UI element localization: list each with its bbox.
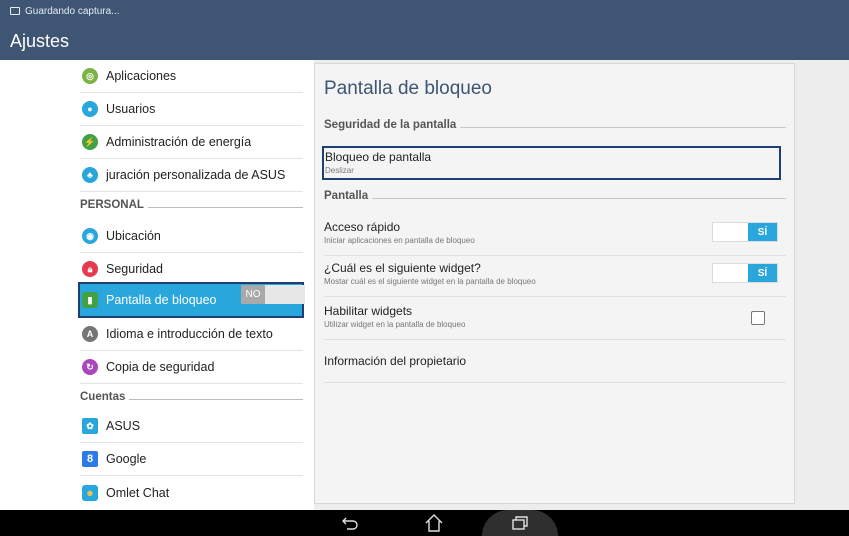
back-icon	[342, 517, 358, 530]
pref-summary: Mostar cuál es el siguiente widget en la…	[324, 277, 536, 286]
status-bar: Guardando captura...	[0, 0, 849, 22]
sidebar-item-label: Administración de energía	[106, 135, 252, 149]
sidebar-item-label: Idioma e introducción de texto	[106, 327, 273, 341]
sidebar-item-omlet[interactable]: ☻ Omlet Chat	[80, 476, 303, 509]
sidebar-item-label: Aplicaciones	[106, 69, 177, 83]
section-cuentas-label: Cuentas	[80, 391, 126, 403]
section-divider	[372, 198, 786, 199]
sidebar-item-ubicacion[interactable]: ◉ Ubicación	[80, 220, 303, 253]
section-divider	[460, 127, 786, 128]
sidebar-item-energia[interactable]: ⚡ Administración de energía	[80, 126, 303, 159]
sidebar-item-usuarios[interactable]: ● Usuarios	[80, 93, 303, 126]
user-icon: ●	[82, 101, 98, 117]
sidebar-item-google[interactable]: 8 Google	[80, 443, 303, 476]
pref-summary: Deslizar	[325, 166, 354, 175]
owner-info-pref[interactable]: Información del propietario	[324, 339, 786, 383]
section-divider	[129, 398, 303, 400]
sidebar-item-label: Pantalla de bloqueo	[106, 293, 217, 307]
language-icon: A	[82, 326, 98, 342]
quick-access-switch[interactable]: SÍ	[712, 222, 778, 242]
enable-widgets-checkbox[interactable]	[751, 311, 765, 325]
status-notification: Guardando captura...	[25, 5, 120, 17]
pref-title: Información del propietario	[324, 354, 467, 368]
quick-access-pref[interactable]: Acceso rápido Iniciar aplicaciones en pa…	[324, 214, 786, 256]
next-widget-pref[interactable]: ¿Cuál es el siguiente widget? Mostar cuá…	[324, 255, 786, 297]
power-icon: ⚡	[82, 134, 98, 150]
apps-icon: ◎	[82, 68, 98, 84]
sidebar-item-label: Seguridad	[106, 262, 163, 276]
lock-icon: 🔒︎	[82, 261, 98, 277]
sidebar-item-asus-custom[interactable]: ♣ juración personalizada de ASUS	[80, 159, 303, 192]
next-widget-switch[interactable]: SÍ	[712, 263, 778, 283]
lockscreen-icon: ▮	[82, 292, 98, 308]
pref-title: Acceso rápido	[324, 220, 401, 234]
sidebar-item-label: Usuarios	[106, 102, 156, 116]
sidebar-item-label: Google	[106, 452, 147, 466]
home-icon	[425, 514, 443, 532]
backup-icon: ↻	[82, 359, 98, 375]
detail-panel: Pantalla de bloqueo Seguridad de la pant…	[314, 63, 795, 504]
section-seguridad-pantalla: Seguridad de la pantalla	[324, 119, 786, 131]
settings-sidebar: ◎ Aplicaciones ● Usuarios ⚡ Administraci…	[0, 60, 314, 510]
sidebar-item-idioma[interactable]: A Idioma e introducción de texto	[80, 318, 303, 351]
navigation-bar	[0, 510, 849, 536]
page-title: Pantalla de bloqueo	[324, 78, 492, 99]
switch-label: SÍ	[748, 264, 777, 282]
section-label: Pantalla	[324, 190, 369, 202]
section-personal-label: PERSONAL	[80, 199, 144, 211]
enable-widgets-pref[interactable]: Habilitar widgets Utilizar widget en la …	[324, 296, 786, 340]
pref-title: Habilitar widgets	[324, 304, 413, 318]
location-toggle-label: NO	[241, 285, 265, 304]
back-button[interactable]	[338, 512, 362, 534]
section-label: Seguridad de la pantalla	[324, 119, 457, 131]
sidebar-item-copia-seguridad[interactable]: ↻ Copia de seguridad	[80, 351, 303, 384]
sidebar-item-label: juración personalizada de ASUS	[106, 168, 286, 182]
sidebar-item-label: Copia de seguridad	[106, 360, 215, 374]
sidebar-item-label: ASUS	[106, 419, 141, 433]
screen-lock-pref[interactable]: Bloqueo de pantalla Deslizar	[322, 146, 781, 180]
home-button[interactable]	[422, 512, 446, 534]
sidebar-item-label: Ubicación	[106, 229, 161, 243]
section-pantalla: Pantalla	[324, 190, 786, 202]
section-divider	[147, 206, 303, 208]
section-cuentas: Cuentas	[80, 382, 303, 412]
sidebar-item-label: Omlet Chat	[106, 485, 170, 500]
switch-label: SÍ	[748, 223, 777, 241]
pref-summary: Utilizar widget en la pantalla de bloque…	[324, 320, 466, 329]
recent-apps-icon	[512, 516, 528, 530]
pref-summary: Iniciar aplicaciones en pantalla de bloq…	[324, 236, 475, 245]
app-title: Ajustes	[10, 31, 70, 51]
pref-title: ¿Cuál es el siguiente widget?	[324, 261, 481, 275]
sidebar-item-asus[interactable]: ✿ ASUS	[80, 410, 303, 443]
google-icon: 8	[82, 451, 98, 467]
action-bar: Ajustes	[0, 22, 849, 60]
asus-account-icon: ✿	[82, 418, 98, 434]
location-toggle[interactable]: NO	[241, 285, 305, 304]
asus-custom-icon: ♣	[82, 167, 98, 183]
location-icon: ◉	[82, 228, 98, 244]
sidebar-item-aplicaciones[interactable]: ◎ Aplicaciones	[80, 60, 303, 93]
omlet-icon: ☻	[82, 484, 98, 501]
pref-title: Bloqueo de pantalla	[325, 150, 432, 164]
recent-apps-button[interactable]	[508, 512, 532, 534]
screenshot-icon	[10, 7, 20, 15]
section-personal: PERSONAL	[80, 190, 303, 220]
